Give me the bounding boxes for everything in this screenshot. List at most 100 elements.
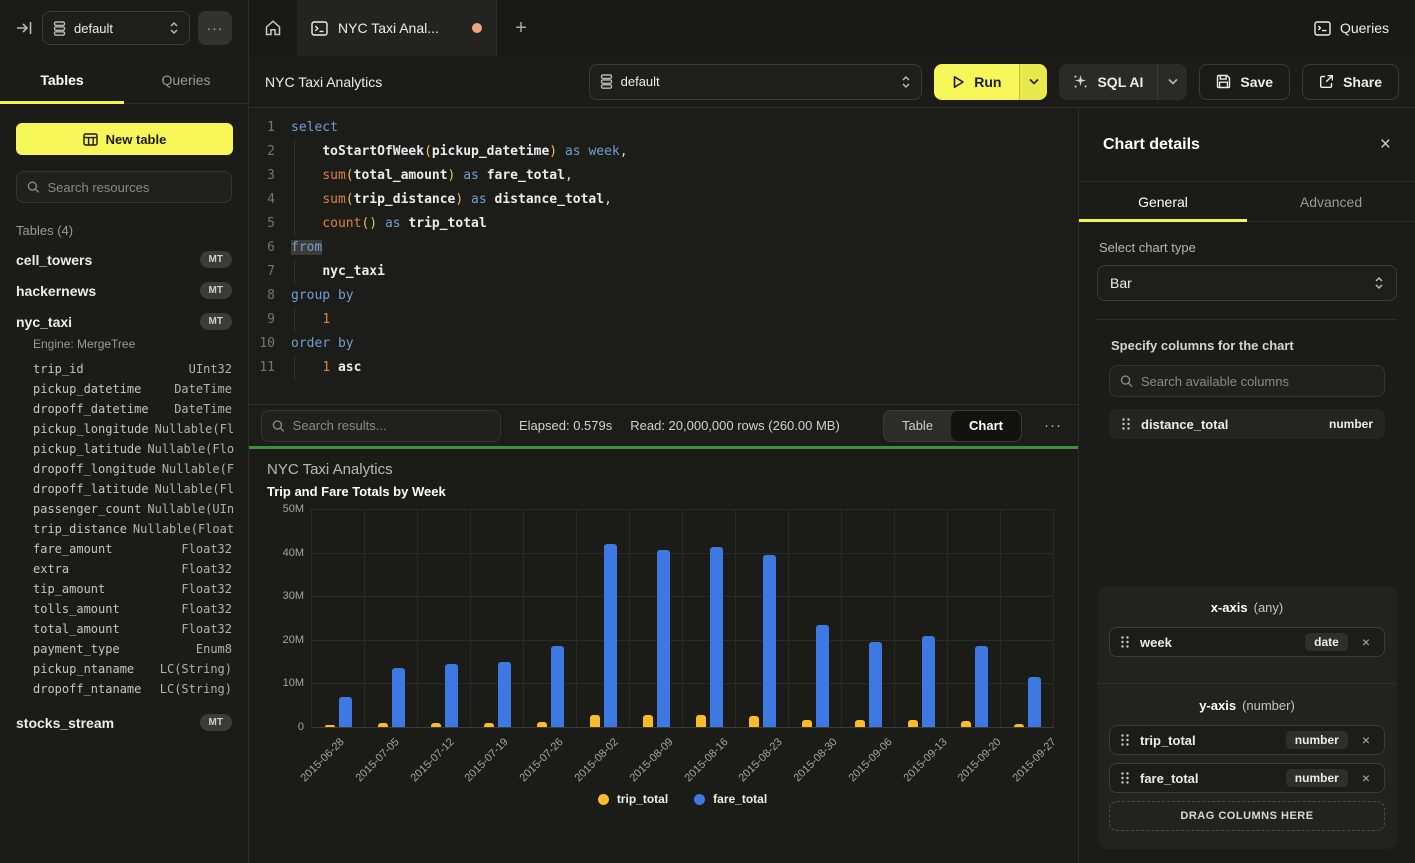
bar-trip_total[interactable] xyxy=(537,722,547,727)
bar-fare_total[interactable] xyxy=(710,547,723,727)
bar-trip_total[interactable] xyxy=(961,721,971,727)
bar-fare_total[interactable] xyxy=(763,555,776,727)
new-tab-button[interactable]: + xyxy=(497,0,545,56)
bar-trip_total[interactable] xyxy=(749,716,759,727)
column-row[interactable]: pickup_longitudeNullable(Fl xyxy=(0,419,248,439)
bar-fare_total[interactable] xyxy=(816,625,829,727)
column-type: LC(String) xyxy=(160,661,232,678)
view-toggle-table[interactable]: Table xyxy=(884,411,951,441)
axis-chip-trip_total[interactable]: trip_totalnumber× xyxy=(1109,725,1385,755)
axis-chip-fare_total[interactable]: fare_totalnumber× xyxy=(1109,763,1385,793)
sql-token xyxy=(291,216,322,231)
column-row[interactable]: dropoff_datetimeDateTime xyxy=(0,399,248,419)
bar-trip_total[interactable] xyxy=(696,715,706,727)
sidebar-tab-queries[interactable]: Queries xyxy=(124,56,248,103)
columns-search-input[interactable] xyxy=(1141,374,1374,389)
bar-fare_total[interactable] xyxy=(922,636,935,727)
sidebar-more-button[interactable]: ··· xyxy=(198,11,232,45)
column-row[interactable]: dropoff_ntanameLC(String) xyxy=(0,679,248,699)
column-name: tolls_amount xyxy=(33,601,120,618)
column-row[interactable]: payment_typeEnum8 xyxy=(0,639,248,659)
bar-trip_total[interactable] xyxy=(378,723,388,727)
bar-trip_total[interactable] xyxy=(484,723,494,727)
drag-columns-dropzone[interactable]: DRAG COLUMNS HERE xyxy=(1109,801,1385,831)
database-icon xyxy=(600,74,613,89)
bar-fare_total[interactable] xyxy=(551,646,564,727)
column-row[interactable]: trip_idUInt32 xyxy=(0,359,248,379)
column-row[interactable]: pickup_ntanameLC(String) xyxy=(0,659,248,679)
remove-chip-button[interactable]: × xyxy=(1358,770,1374,786)
column-row[interactable]: tip_amountFloat32 xyxy=(0,579,248,599)
sidebar-search[interactable] xyxy=(16,171,232,203)
column-row[interactable]: pickup_datetimeDateTime xyxy=(0,379,248,399)
bar-trip_total[interactable] xyxy=(325,725,335,727)
home-button[interactable] xyxy=(249,0,297,56)
query-tab-active[interactable]: NYC Taxi Anal... xyxy=(297,0,497,56)
bar-fare_total[interactable] xyxy=(445,664,458,727)
sql-ai-options-button[interactable] xyxy=(1157,64,1187,100)
toolbar-database-selector[interactable]: default xyxy=(589,64,923,100)
x-axis-hint: (any) xyxy=(1254,600,1284,615)
share-button[interactable]: Share xyxy=(1302,64,1399,100)
column-row[interactable]: total_amountFloat32 xyxy=(0,619,248,639)
column-row[interactable]: dropoff_latitudeNullable(Fl xyxy=(0,479,248,499)
table-row-nyc_taxi[interactable]: nyc_taxiMT xyxy=(0,306,248,337)
chart-plot[interactable]: 50M40M30M20M10M0 xyxy=(311,509,1054,728)
bar-trip_total[interactable] xyxy=(431,723,441,727)
table-row-stocks_stream[interactable]: stocks_streamMT xyxy=(0,707,248,738)
column-row[interactable]: dropoff_longitudeNullable(F xyxy=(0,459,248,479)
column-row[interactable]: passenger_countNullable(UIn xyxy=(0,499,248,519)
run-button[interactable]: Run xyxy=(934,64,1019,100)
column-row[interactable]: pickup_latitudeNullable(Flo xyxy=(0,439,248,459)
sidebar-database-selector[interactable]: default xyxy=(42,11,190,45)
results-search-input[interactable] xyxy=(293,418,490,433)
tab-advanced[interactable]: Advanced xyxy=(1247,182,1415,221)
sidebar-search-input[interactable] xyxy=(48,180,221,195)
chart-details-tabs: General Advanced xyxy=(1079,182,1415,222)
bar-trip_total[interactable] xyxy=(802,720,812,727)
bar-fare_total[interactable] xyxy=(975,646,988,727)
table-engine-label: Engine: MergeTree xyxy=(0,337,248,359)
sql-ai-button[interactable]: SQL AI xyxy=(1059,74,1157,90)
bar-fare_total[interactable] xyxy=(604,544,617,727)
chart-type-select[interactable]: Bar xyxy=(1097,265,1397,301)
tab-general[interactable]: General xyxy=(1079,182,1247,221)
table-row-cell_towers[interactable]: cell_towersMT xyxy=(0,244,248,275)
close-panel-button[interactable]: × xyxy=(1380,134,1391,156)
column-row[interactable]: trip_distanceNullable(Float xyxy=(0,519,248,539)
results-more-button[interactable]: ··· xyxy=(1040,417,1066,434)
collapse-sidebar-button[interactable] xyxy=(16,20,34,36)
bar-trip_total[interactable] xyxy=(1014,724,1024,727)
axis-chip-week[interactable]: weekdate× xyxy=(1109,627,1385,657)
sql-editor[interactable]: 1select2 toStartOfWeek(pickup_datetime) … xyxy=(249,108,1078,404)
columns-search[interactable] xyxy=(1109,365,1385,397)
sidebar-tab-tables[interactable]: Tables xyxy=(0,56,124,103)
results-search[interactable] xyxy=(261,410,501,442)
column-row[interactable]: fare_amountFloat32 xyxy=(0,539,248,559)
remove-chip-button[interactable]: × xyxy=(1358,732,1374,748)
bar-fare_total[interactable] xyxy=(657,550,670,727)
column-row[interactable]: tolls_amountFloat32 xyxy=(0,599,248,619)
bar-fare_total[interactable] xyxy=(869,642,882,727)
save-button[interactable]: Save xyxy=(1199,64,1290,100)
legend-item-trip_total[interactable]: trip_total xyxy=(598,792,668,806)
column-type: Enum8 xyxy=(196,641,232,658)
new-table-button[interactable]: New table xyxy=(16,123,233,155)
bar-trip_total[interactable] xyxy=(855,720,865,727)
bar-fare_total[interactable] xyxy=(1028,677,1041,727)
editor-line: 7 nyc_taxi xyxy=(249,260,1078,284)
available-column-distance_total[interactable]: distance_totalnumber xyxy=(1109,409,1385,439)
bar-fare_total[interactable] xyxy=(392,668,405,727)
bar-trip_total[interactable] xyxy=(908,720,918,727)
table-row-hackernews[interactable]: hackernewsMT xyxy=(0,275,248,306)
legend-item-fare_total[interactable]: fare_total xyxy=(694,792,767,806)
view-toggle-chart[interactable]: Chart xyxy=(951,411,1021,441)
bar-fare_total[interactable] xyxy=(339,697,352,727)
bar-trip_total[interactable] xyxy=(590,715,600,727)
queries-link[interactable]: Queries xyxy=(1288,0,1415,56)
bar-trip_total[interactable] xyxy=(643,715,653,727)
bar-fare_total[interactable] xyxy=(498,662,511,727)
remove-chip-button[interactable]: × xyxy=(1358,634,1374,650)
run-options-button[interactable] xyxy=(1019,64,1047,100)
column-row[interactable]: extraFloat32 xyxy=(0,559,248,579)
